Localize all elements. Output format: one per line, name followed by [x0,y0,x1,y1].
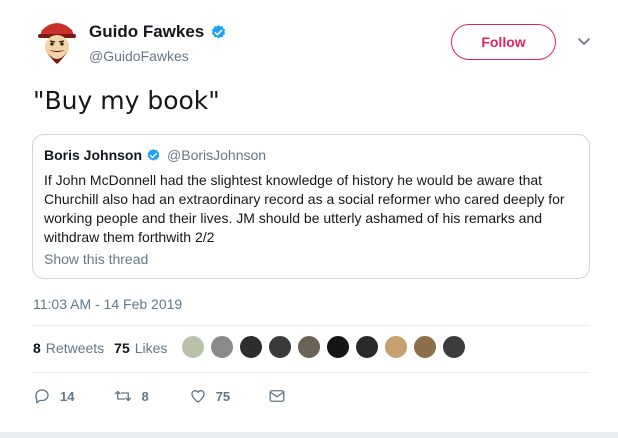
heart-icon[interactable] [189,387,207,405]
author-handle[interactable]: @GuidoFawkes [89,48,189,64]
likes-label[interactable]: Likes [135,340,168,356]
chevron-down-icon[interactable] [578,38,590,46]
quoted-tweet-header: Boris Johnson @BorisJohnson [44,147,266,163]
author-name-row[interactable]: Guido Fawkes [89,22,227,42]
retweet-action[interactable]: 8 [114,387,149,405]
direct-message-action[interactable] [268,387,286,405]
author-display-name[interactable]: Guido Fawkes [89,22,204,42]
liker-avatar[interactable] [181,335,205,359]
quoted-author-name: Boris Johnson [44,147,143,163]
like-action[interactable]: 75 [189,387,230,405]
liker-avatar[interactable] [355,335,379,359]
envelope-icon[interactable] [268,387,286,405]
show-thread-link[interactable]: Show this thread [44,251,148,267]
tweet-stats: 8 Retweets 75 Likes [33,340,167,356]
liker-avatar[interactable] [326,335,350,359]
liker-avatar[interactable] [268,335,292,359]
guido-mask-avatar[interactable] [34,14,80,66]
liker-avatar[interactable] [442,335,466,359]
quoted-tweet-card[interactable]: Boris Johnson @BorisJohnson If John McDo… [32,134,590,279]
quoted-tweet-text: If John McDonnell had the slightest know… [44,172,565,245]
retweets-count[interactable]: 8 [33,340,41,356]
follow-button[interactable]: Follow [451,24,556,60]
liker-avatar[interactable] [210,335,234,359]
divider [32,372,590,373]
retweets-label[interactable]: Retweets [46,340,104,356]
likers-avatars [181,335,471,359]
tweet-timestamp[interactable]: 11:03 AM - 14 Feb 2019 [33,296,182,312]
retweet-icon[interactable] [114,387,132,405]
likes-count[interactable]: 75 [114,340,130,356]
divider [32,325,590,326]
quoted-author-handle: @BorisJohnson [167,147,267,163]
verified-badge-icon [212,24,226,38]
verified-badge-icon [147,148,160,161]
liker-avatar[interactable] [384,335,408,359]
reply-icon[interactable] [33,387,51,405]
bottom-border [0,432,618,438]
liker-avatar[interactable] [239,335,263,359]
liker-avatar[interactable] [413,335,437,359]
liker-avatar[interactable] [297,335,321,359]
tweet-actions: 14 8 75 [33,387,286,405]
tweet-text: "Buy my book" [33,86,220,115]
reply-count: 14 [60,388,75,404]
retweet-count: 8 [141,388,149,404]
like-count: 75 [215,388,231,404]
reply-action[interactable]: 14 [33,387,74,405]
